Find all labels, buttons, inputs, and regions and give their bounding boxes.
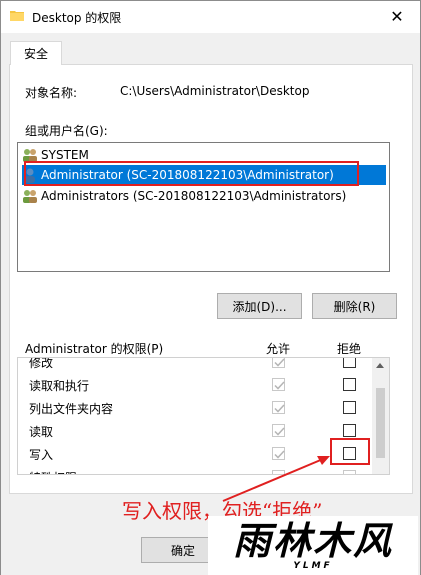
list-item-label: Administrators (SC-201808122103\Administ… — [41, 189, 347, 203]
list-item-label: SYSTEM — [41, 148, 89, 162]
groups-label: 组或用户名(G): — [25, 124, 108, 138]
watermark-subtext: YLMF — [293, 561, 333, 571]
allow-checkbox[interactable] — [272, 470, 285, 474]
permissions-table: 修改读取和执行列出文件夹内容读取写入特殊权限 — [17, 357, 390, 475]
list-item-administrators[interactable]: Administrators (SC-201808122103\Administ… — [22, 186, 346, 206]
title-bar: Desktop 的权限 ✕ — [1, 1, 420, 33]
folder-icon — [10, 11, 24, 21]
object-name-label: 对象名称: — [25, 86, 78, 100]
permission-name: 特殊权限 — [29, 469, 77, 474]
allow-checkbox[interactable] — [272, 401, 285, 414]
list-item-system[interactable]: SYSTEM — [22, 145, 89, 165]
allow-checkbox[interactable] — [272, 358, 285, 368]
tab-security[interactable]: 安全 — [10, 41, 62, 65]
add-button[interactable]: 添加(D)... — [217, 293, 302, 319]
scroll-thumb[interactable] — [376, 388, 385, 458]
permission-row: 特殊权限 — [18, 465, 373, 474]
list-item-administrator[interactable]: Administrator (SC-201808122103\Administr… — [22, 165, 386, 185]
permission-row: 读取 — [18, 419, 373, 442]
permissions-header: Administrator 的权限(P) — [25, 342, 164, 356]
allow-checkbox[interactable] — [272, 378, 285, 391]
permission-row: 列出文件夹内容 — [18, 396, 373, 419]
permissions-dialog: Desktop 的权限 ✕ 安全 对象名称: C:\Users\Administ… — [0, 0, 421, 575]
permission-name: 读取和执行 — [29, 379, 90, 393]
allow-column-header: 允许 — [266, 342, 291, 356]
watermark-logo: 雨林木风 YLMF — [208, 516, 418, 575]
permission-name: 列出文件夹内容 — [29, 402, 114, 416]
close-icon[interactable]: ✕ — [374, 1, 420, 32]
deny-checkbox[interactable] — [343, 470, 356, 474]
object-name-value: C:\Users\Administrator\Desktop — [120, 84, 310, 98]
allow-checkbox[interactable] — [272, 424, 285, 437]
permission-row: 写入 — [18, 442, 373, 465]
permission-row: 读取和执行 — [18, 373, 373, 396]
watermark-text: 雨林木风 — [232, 518, 393, 563]
scrollbar[interactable] — [372, 358, 389, 474]
window-title: Desktop 的权限 — [32, 11, 122, 25]
remove-button[interactable]: 删除(R) — [312, 293, 397, 319]
deny-checkbox[interactable] — [343, 378, 356, 391]
permission-name: 读取 — [29, 425, 54, 439]
deny-checkbox[interactable] — [343, 424, 356, 437]
permission-row: 修改 — [18, 357, 373, 373]
scroll-up-icon[interactable] — [376, 363, 384, 368]
deny-checkbox[interactable] — [343, 447, 356, 460]
deny-column-header: 拒绝 — [337, 342, 362, 356]
group-icon — [23, 190, 37, 203]
deny-checkbox[interactable] — [343, 358, 356, 368]
user-icon — [25, 168, 35, 183]
list-item-label: Administrator (SC-201808122103\Administr… — [41, 168, 334, 182]
group-icon — [23, 149, 37, 162]
permission-name: 修改 — [29, 357, 54, 370]
deny-checkbox[interactable] — [343, 401, 356, 414]
permission-name: 写入 — [29, 448, 54, 462]
allow-checkbox[interactable] — [272, 447, 285, 460]
groups-listbox[interactable]: SYSTEM Administrator (SC-201808122103\Ad… — [17, 142, 390, 272]
